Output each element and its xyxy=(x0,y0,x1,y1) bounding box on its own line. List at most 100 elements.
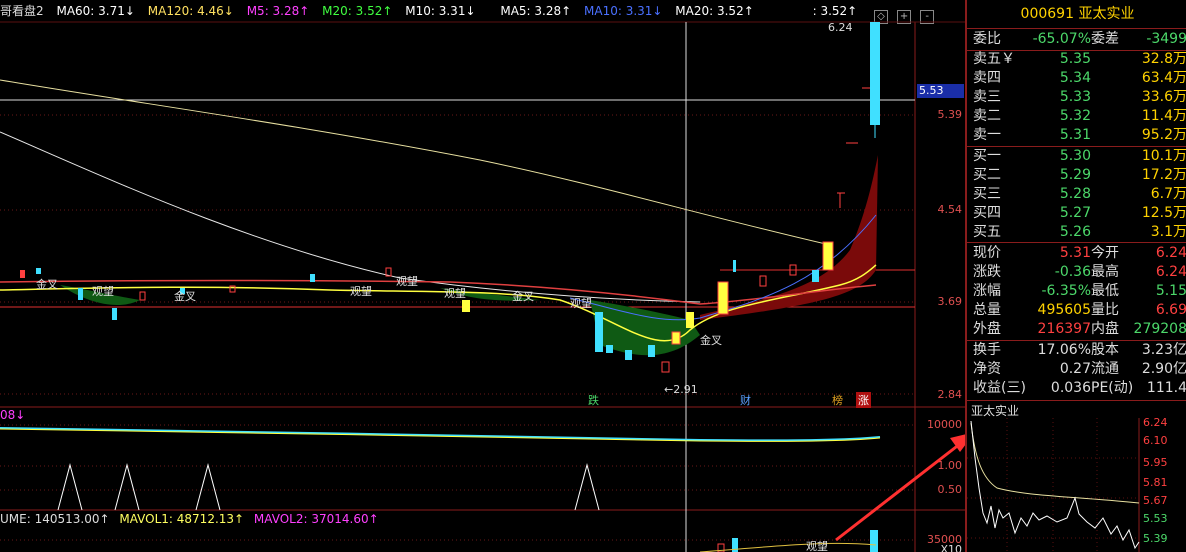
mark-bang[interactable]: 榜 xyxy=(832,392,843,408)
low-value: 5.15 xyxy=(1155,283,1186,299)
sell5-label: 卖五￥ xyxy=(973,51,1015,67)
volume-value: UME: 140513.00↑ xyxy=(0,512,110,526)
volume-header: UME: 140513.00↑ MAVOL1: 48712.13↑ MAVOL2… xyxy=(0,512,379,526)
mark-die[interactable]: 跌 xyxy=(588,392,599,408)
sell2-price: 5.32 xyxy=(1059,108,1091,124)
annotation-guanwang-4: 观望 xyxy=(444,287,466,300)
mini-axis-tick-7: 5.39 xyxy=(1143,532,1168,545)
buy4-price: 5.27 xyxy=(1059,205,1091,221)
float-value: 2.90亿 xyxy=(1141,361,1186,377)
crosshair-price-box: 5.53 xyxy=(917,84,964,98)
shares-value: 3.23亿 xyxy=(1141,342,1186,358)
sell3-label: 卖三 xyxy=(973,89,1001,105)
inner-value: 279208 xyxy=(1133,321,1186,337)
annotation-jincha-3: 金叉 xyxy=(512,290,534,303)
stats-row-turnover: 换手 17.06% 股本 3.23亿 xyxy=(971,341,1186,360)
buy2-row[interactable]: 买二 5.29 17.2万 xyxy=(971,166,1186,185)
indicator-axis-tick-3: 0.50 xyxy=(937,483,963,496)
change-label: 涨跌 xyxy=(973,264,1001,280)
weibi-label: 委比 xyxy=(973,31,1001,47)
weicha-value: -3499 xyxy=(1146,31,1186,47)
candlestick-chart[interactable] xyxy=(0,0,965,552)
mini-axis-tick-2: 6.10 xyxy=(1143,434,1168,447)
annotation-jincha-2: 金叉 xyxy=(174,290,196,303)
mark-cai[interactable]: 财 xyxy=(740,392,751,408)
quote-row-disc: 外盘 216397 内盘 279208 xyxy=(971,320,1186,339)
sell3-price: 5.33 xyxy=(1059,89,1091,105)
volume-annotation: 观望 xyxy=(806,540,828,552)
buy4-row[interactable]: 买四 5.27 12.5万 xyxy=(971,204,1186,223)
sell4-label: 卖四 xyxy=(973,70,1001,86)
sell5-price: 5.35 xyxy=(1059,51,1091,67)
volume-axis-tick-2: X10 xyxy=(940,543,962,552)
buy3-row[interactable]: 买三 5.28 6.7万 xyxy=(971,185,1186,204)
price-axis-tick-1: 5.39 xyxy=(937,108,963,121)
mavol1-value: MAVOL1: 48712.13↑ xyxy=(119,512,245,526)
annotation-guanwang-2: 观望 xyxy=(350,285,372,298)
high-label: 最高 xyxy=(1091,264,1119,280)
buy1-label: 买一 xyxy=(973,148,1001,164)
eps-value: 0.036 xyxy=(1050,380,1091,396)
high-price-label: 6.24 xyxy=(828,21,853,34)
pct-label: 涨幅 xyxy=(973,283,1001,299)
price-axis-tick-3: 3.69 xyxy=(937,295,963,308)
mini-axis-tick-3: 5.95 xyxy=(1143,456,1168,469)
buy5-vol: 3.1万 xyxy=(1150,224,1186,240)
pe-value: 111.4 xyxy=(1146,380,1186,396)
buy1-row[interactable]: 买一 5.30 10.1万 xyxy=(971,147,1186,166)
stock-title[interactable]: 000691 亚太实业 xyxy=(967,0,1186,28)
mini-axis-tick-4: 5.81 xyxy=(1143,476,1168,489)
volratio-value: 6.69 xyxy=(1155,302,1186,318)
mark-zhang[interactable]: 涨 xyxy=(856,392,871,408)
change-value: -0.36 xyxy=(1054,264,1091,280)
low-label: 最低 xyxy=(1091,283,1119,299)
mini-axis-tick-1: 6.24 xyxy=(1143,416,1168,429)
buy1-price: 5.30 xyxy=(1059,148,1091,164)
buy2-vol: 17.2万 xyxy=(1141,167,1186,183)
sell1-row[interactable]: 卖一 5.31 95.2万 xyxy=(971,126,1186,145)
turnover-label: 换手 xyxy=(973,342,1001,358)
nav-value: 0.27 xyxy=(1059,361,1091,377)
sell3-row[interactable]: 卖三 5.33 33.6万 xyxy=(971,88,1186,107)
sell5-row[interactable]: 卖五￥ 5.35 32.8万 xyxy=(971,50,1186,69)
buy4-vol: 12.5万 xyxy=(1141,205,1186,221)
buy1-vol: 10.1万 xyxy=(1141,148,1186,164)
annotation-guanwang-1: 观望 xyxy=(92,285,114,298)
shares-label: 股本 xyxy=(1091,342,1119,358)
float-label: 流通 xyxy=(1091,361,1119,377)
annotation-jincha-4: 金叉 xyxy=(700,334,722,347)
price-axis-tick-2: 4.54 xyxy=(937,203,963,216)
stats-row-nav: 净资 0.27 流通 2.90亿 xyxy=(971,360,1186,379)
sell2-row[interactable]: 卖二 5.32 11.4万 xyxy=(971,107,1186,126)
indicator-axis-tick-1: 10000 xyxy=(927,418,962,431)
quote-row-price: 现价 5.31 今开 6.24 xyxy=(971,244,1186,263)
sell4-price: 5.34 xyxy=(1059,70,1091,86)
buy3-vol: 6.7万 xyxy=(1150,186,1186,202)
weibi-value: -65.07% xyxy=(1032,31,1091,47)
buy2-label: 买二 xyxy=(973,167,1001,183)
sell5-vol: 32.8万 xyxy=(1141,51,1186,67)
buy3-price: 5.28 xyxy=(1059,186,1091,202)
buy3-label: 买三 xyxy=(973,186,1001,202)
buy5-label: 买五 xyxy=(973,224,1001,240)
mini-axis-tick-6: 5.53 xyxy=(1143,512,1168,525)
price-axis-tick-4: 2.84 xyxy=(937,388,963,401)
buy5-row[interactable]: 买五 5.26 3.1万 xyxy=(971,223,1186,242)
indicator-header: 08↓ xyxy=(0,408,26,422)
pct-value: -6.35% xyxy=(1041,283,1091,299)
outer-value: 216397 xyxy=(1037,321,1091,337)
price-label: 现价 xyxy=(973,245,1001,261)
mini-chart-title: 亚太实业 xyxy=(971,404,1020,418)
annotation-jincha-1: 金叉 xyxy=(36,278,58,291)
sell4-row[interactable]: 卖四 5.34 63.4万 xyxy=(971,69,1186,88)
price-value: 5.31 xyxy=(1059,245,1091,261)
indicator-axis-tick-2: 1.00 xyxy=(937,459,963,472)
sell1-label: 卖一 xyxy=(973,127,1001,143)
volratio-label: 量比 xyxy=(1091,302,1119,318)
stats-row-eps: 收益(三) 0.036 PE(动) 111.4 xyxy=(971,379,1186,398)
open-value: 6.24 xyxy=(1155,245,1186,261)
high-value: 6.24 xyxy=(1155,264,1186,280)
buy4-label: 买四 xyxy=(973,205,1001,221)
sell1-vol: 95.2万 xyxy=(1141,127,1186,143)
weicha-label: 委差 xyxy=(1091,31,1119,47)
